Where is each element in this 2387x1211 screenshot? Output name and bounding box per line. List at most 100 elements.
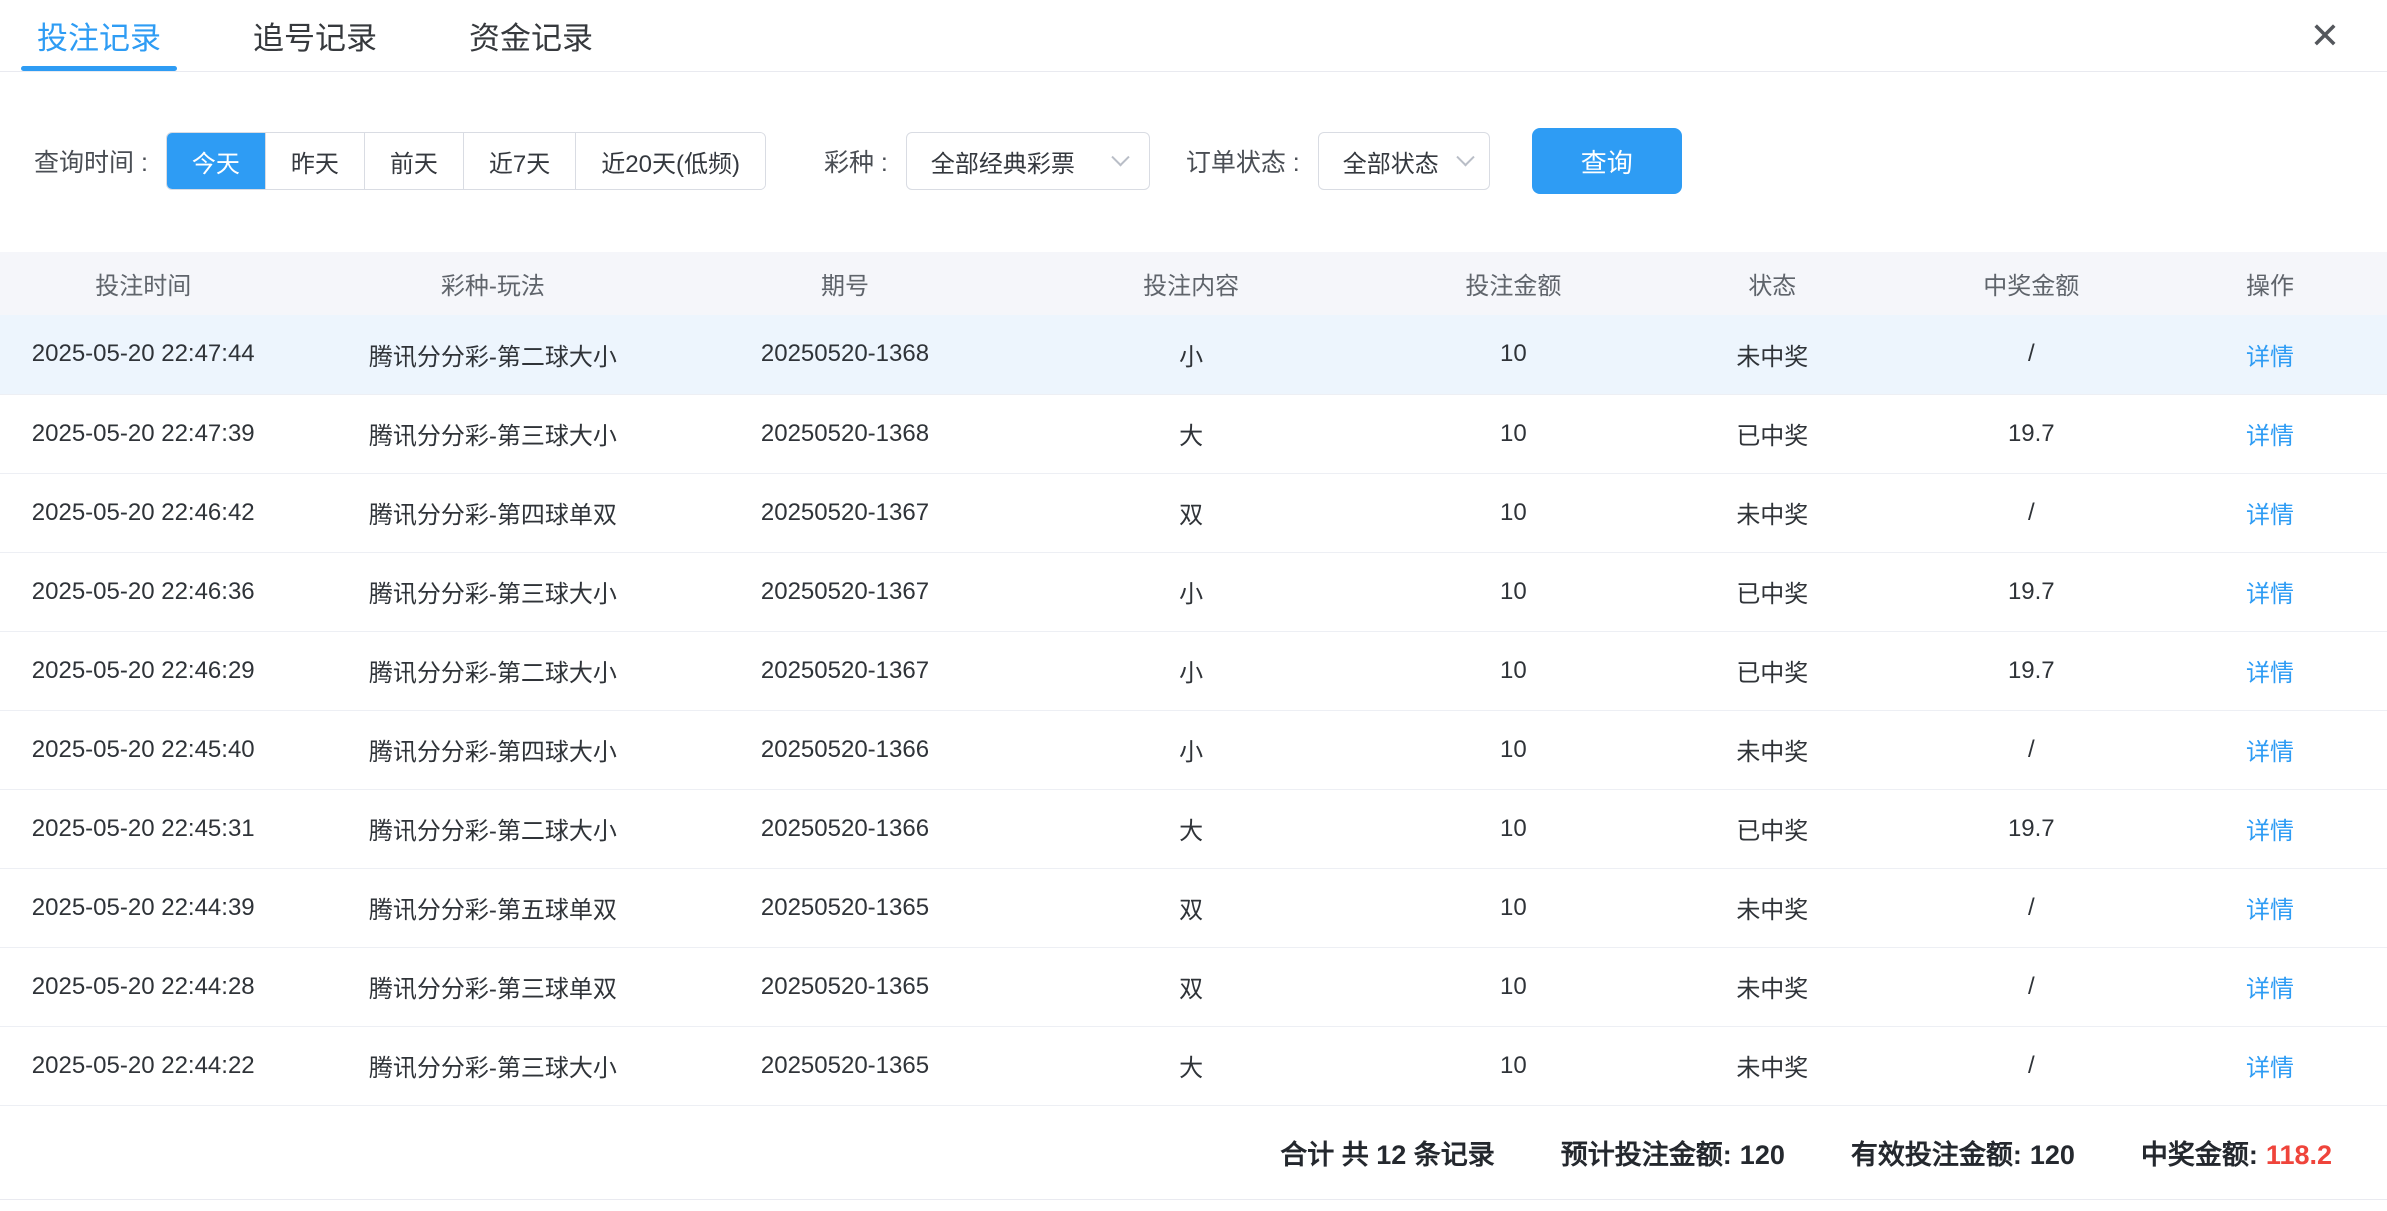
cell-game: 腾讯分分彩-第五球单双: [286, 868, 699, 947]
cell-action: 详情: [2153, 473, 2387, 552]
records-table-body: 2025-05-20 22:47:44 腾讯分分彩-第二球大小 20250520…: [0, 315, 2387, 1105]
lottery-filter-label: 彩种 :: [824, 143, 888, 179]
cell-prize: /: [1910, 710, 2153, 789]
cell-content: 大: [991, 1026, 1392, 1105]
time-option-last-7-days[interactable]: 近7天: [464, 133, 576, 189]
time-option-today[interactable]: 今天: [167, 133, 266, 189]
table-row: 2025-05-20 22:46:42 腾讯分分彩-第四球单双 20250520…: [0, 473, 2387, 552]
cell-game: 腾讯分分彩-第二球大小: [286, 789, 699, 868]
detail-link[interactable]: 详情: [2246, 502, 2294, 529]
cell-status: 已中奖: [1635, 789, 1910, 868]
header-status: 状态: [1635, 252, 1910, 315]
cell-issue: 20250520-1367: [699, 473, 990, 552]
cell-issue: 20250520-1365: [699, 1026, 990, 1105]
header-action: 操作: [2153, 252, 2387, 315]
cell-content: 大: [991, 394, 1392, 473]
detail-link[interactable]: 详情: [2246, 423, 2294, 450]
header-content: 投注内容: [991, 252, 1392, 315]
tab-chase-records[interactable]: 追号记录: [253, 0, 377, 71]
cell-status: 未中奖: [1635, 868, 1910, 947]
time-option-day-before[interactable]: 前天: [365, 133, 464, 189]
summary-expected-value: 120: [1740, 1140, 1785, 1170]
cell-content: 大: [991, 789, 1392, 868]
cell-content: 小: [991, 552, 1392, 631]
time-option-yesterday[interactable]: 昨天: [266, 133, 365, 189]
cell-prize: 19.7: [1910, 394, 2153, 473]
chevron-down-icon: [1456, 148, 1474, 166]
detail-link[interactable]: 详情: [2246, 581, 2294, 608]
detail-link[interactable]: 详情: [2246, 344, 2294, 371]
cell-bet-time: 2025-05-20 22:47:44: [0, 315, 286, 394]
table-row: 2025-05-20 22:46:29 腾讯分分彩-第二球大小 20250520…: [0, 631, 2387, 710]
query-button[interactable]: 查询: [1532, 128, 1682, 194]
table-header-row: 投注时间 彩种-玩法 期号 投注内容 投注金额 状态 中奖金额 操作: [0, 252, 2387, 315]
detail-link[interactable]: 详情: [2246, 897, 2294, 924]
cell-status: 已中奖: [1635, 552, 1910, 631]
cell-action: 详情: [2153, 947, 2387, 1026]
detail-link[interactable]: 详情: [2246, 660, 2294, 687]
cell-amount: 10: [1392, 710, 1635, 789]
tab-bet-records[interactable]: 投注记录: [37, 0, 161, 71]
betting-records-panel: 投注记录 追号记录 资金记录 ✕ 查询时间 : 今天 昨天 前天 近7天 近20…: [0, 0, 2387, 1200]
table-row: 2025-05-20 22:44:22 腾讯分分彩-第三球大小 20250520…: [0, 1026, 2387, 1105]
time-filter-label: 查询时间 :: [34, 143, 148, 179]
cell-prize: /: [1910, 473, 2153, 552]
cell-bet-time: 2025-05-20 22:44:28: [0, 947, 286, 1026]
detail-link[interactable]: 详情: [2246, 1055, 2294, 1082]
cell-prize: /: [1910, 868, 2153, 947]
summary-expected-label: 预计投注金额:: [1561, 1140, 1732, 1170]
header-prize: 中奖金额: [1910, 252, 2153, 315]
close-icon[interactable]: ✕: [2310, 18, 2340, 54]
cell-action: 详情: [2153, 1026, 2387, 1105]
table-row: 2025-05-20 22:47:44 腾讯分分彩-第二球大小 20250520…: [0, 315, 2387, 394]
cell-game: 腾讯分分彩-第三球大小: [286, 552, 699, 631]
cell-prize: 19.7: [1910, 631, 2153, 710]
cell-action: 详情: [2153, 868, 2387, 947]
cell-amount: 10: [1392, 394, 1635, 473]
summary-valid-amount: 有效投注金额: 120: [1851, 1133, 2075, 1172]
cell-amount: 10: [1392, 315, 1635, 394]
cell-amount: 10: [1392, 631, 1635, 710]
cell-status: 未中奖: [1635, 315, 1910, 394]
detail-link[interactable]: 详情: [2246, 818, 2294, 845]
cell-amount: 10: [1392, 947, 1635, 1026]
header-bet-time: 投注时间: [0, 252, 286, 315]
cell-action: 详情: [2153, 315, 2387, 394]
table-row: 2025-05-20 22:44:28 腾讯分分彩-第三球单双 20250520…: [0, 947, 2387, 1026]
cell-status: 已中奖: [1635, 631, 1910, 710]
cell-bet-time: 2025-05-20 22:44:22: [0, 1026, 286, 1105]
tab-fund-records[interactable]: 资金记录: [469, 0, 593, 71]
cell-amount: 10: [1392, 552, 1635, 631]
summary-valid-value: 120: [2030, 1140, 2075, 1170]
table-row: 2025-05-20 22:45:40 腾讯分分彩-第四球大小 20250520…: [0, 710, 2387, 789]
cell-prize: /: [1910, 947, 2153, 1026]
chevron-down-icon: [1111, 148, 1129, 166]
lottery-select-value: 全部经典彩票: [931, 144, 1075, 179]
table-row: 2025-05-20 22:45:31 腾讯分分彩-第二球大小 20250520…: [0, 789, 2387, 868]
cell-action: 详情: [2153, 631, 2387, 710]
detail-link[interactable]: 详情: [2246, 976, 2294, 1003]
detail-link[interactable]: 详情: [2246, 739, 2294, 766]
cell-amount: 10: [1392, 473, 1635, 552]
summary-expected-amount: 预计投注金额: 120: [1561, 1133, 1785, 1172]
summary-bar: 合计 共 12 条记录 预计投注金额:120 有效投注金额:120 中奖金额:1…: [0, 1106, 2387, 1200]
cell-amount: 10: [1392, 1026, 1635, 1105]
lottery-select[interactable]: 全部经典彩票: [906, 132, 1150, 190]
table-row: 2025-05-20 22:46:36 腾讯分分彩-第三球大小 20250520…: [0, 552, 2387, 631]
cell-issue: 20250520-1365: [699, 947, 990, 1026]
cell-status: 未中奖: [1635, 473, 1910, 552]
cell-bet-time: 2025-05-20 22:44:39: [0, 868, 286, 947]
table-row: 2025-05-20 22:44:39 腾讯分分彩-第五球单双 20250520…: [0, 868, 2387, 947]
cell-game: 腾讯分分彩-第二球大小: [286, 631, 699, 710]
cell-issue: 20250520-1368: [699, 394, 990, 473]
cell-content: 双: [991, 947, 1392, 1026]
cell-content: 双: [991, 868, 1392, 947]
order-status-select-value: 全部状态: [1343, 144, 1439, 179]
order-status-select[interactable]: 全部状态: [1318, 132, 1490, 190]
summary-valid-label: 有效投注金额:: [1851, 1140, 2022, 1170]
header-game: 彩种-玩法: [286, 252, 699, 315]
cell-game: 腾讯分分彩-第三球大小: [286, 1026, 699, 1105]
time-option-last-20-days[interactable]: 近20天(低频): [576, 133, 765, 189]
records-table: 投注时间 彩种-玩法 期号 投注内容 投注金额 状态 中奖金额 操作 2025-…: [0, 252, 2387, 1106]
header-issue: 期号: [699, 252, 990, 315]
